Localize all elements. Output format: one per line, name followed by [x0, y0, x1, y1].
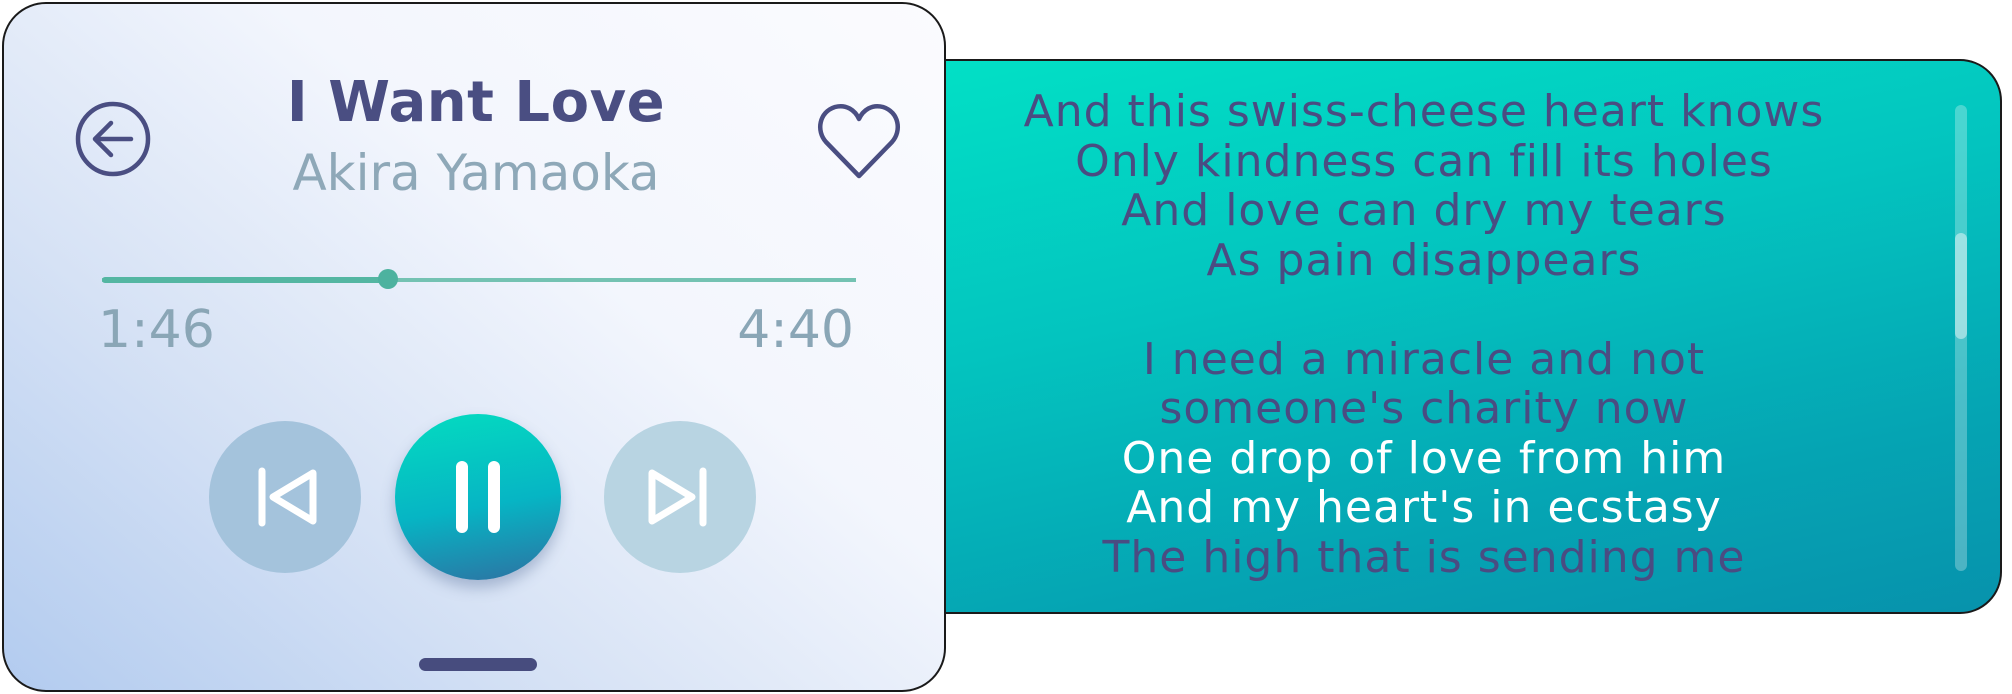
- lyrics-scrollbar[interactable]: [1955, 105, 1967, 571]
- elapsed-time: 1:46: [98, 300, 215, 360]
- previous-track-button[interactable]: [209, 421, 361, 573]
- lyric-line[interactable]: The high that is sending me: [954, 532, 1894, 583]
- player-card: I Want Love Akira Yamaoka 1:46 4:40: [2, 2, 946, 692]
- lyrics-list[interactable]: And this swiss-cheese heart knows Only ki…: [954, 87, 1894, 582]
- lyric-line[interactable]: And my heart's in ecstasy: [954, 483, 1894, 533]
- artist-name: Akira Yamaoka: [292, 144, 660, 202]
- lyric-line[interactable]: someone's charity now: [954, 384, 1894, 434]
- lyric-line[interactable]: As pain disappears: [954, 235, 1894, 286]
- total-duration: 4:40: [737, 300, 854, 360]
- song-title: I Want Love: [286, 70, 666, 135]
- home-indicator[interactable]: [419, 658, 537, 671]
- stanza-break: [954, 285, 1894, 335]
- progress-knob[interactable]: [377, 269, 398, 289]
- skip-previous-icon: [258, 467, 317, 527]
- lyric-line[interactable]: And this swiss-cheese heart knows: [954, 87, 1894, 137]
- skip-next-icon: [648, 467, 707, 527]
- lyric-line[interactable]: Only kindness can fill its holes: [954, 136, 1894, 187]
- heart-outline-icon: [817, 104, 901, 179]
- lyric-line[interactable]: One drop of love from him: [954, 433, 1894, 484]
- progress-bar[interactable]: [102, 269, 856, 289]
- play-pause-button[interactable]: [395, 414, 561, 580]
- lyrics-panel: And this swiss-cheese heart knows Only ki…: [880, 59, 2002, 614]
- progress-fill: [102, 277, 388, 283]
- lyric-line[interactable]: I need a miracle and not: [954, 334, 1894, 385]
- lyric-line[interactable]: And love can dry my tears: [954, 186, 1894, 236]
- lyrics-scrollbar-thumb[interactable]: [1955, 233, 1967, 339]
- next-track-button[interactable]: [604, 421, 756, 573]
- pause-icon: [456, 461, 500, 533]
- favorite-button[interactable]: [817, 102, 901, 180]
